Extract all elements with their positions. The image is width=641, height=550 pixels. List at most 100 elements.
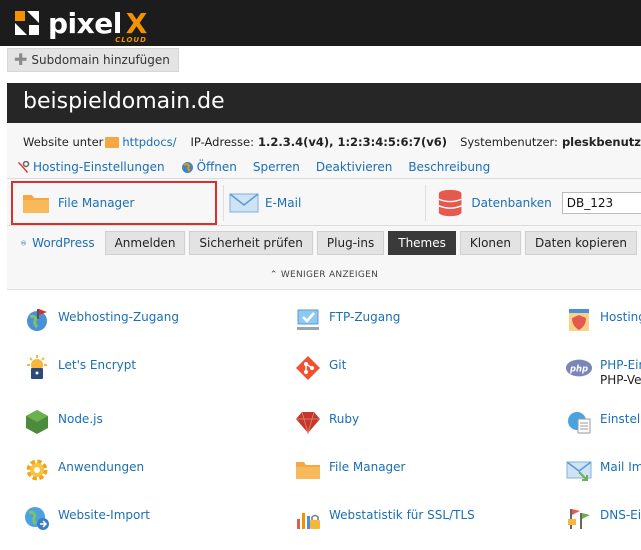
docroot-link[interactable]: httpdocs/ [122,135,176,149]
wordpress-icon[interactable]: W [21,228,27,258]
mail-import-label: Mail Im [600,460,641,474]
git-item[interactable]: Git [294,354,346,382]
wp-themes-button[interactable]: Themes [388,231,456,255]
php-settings-text: PHP-EinPHP-Ve [600,354,641,388]
brand-logo[interactable]: pixel X CLOUD [12,6,147,44]
ruby-gem-icon [294,408,322,436]
database-icon[interactable] [437,188,463,218]
nodejs-hexagon-icon [23,408,51,436]
dns-settings-item[interactable]: DNS-Ein [565,504,641,532]
email-label: E-Mail [265,196,302,210]
nodejs-item[interactable]: Node.js [23,408,103,436]
wp-copy-data-button[interactable]: Daten kopieren [525,231,637,255]
page-toolbar: ✚ Subdomain hinzufügen [0,46,641,83]
wrench-icon [18,160,30,173]
brand-name: pixel [48,6,122,40]
settings-doc-globe-icon [565,408,593,436]
ip-value: 1.2.3.4(v4), 1:2:3:4:5:6:7(v6) [257,135,448,149]
show-less-toggle[interactable]: ⌃ WENIGER ANZEIGEN [7,270,641,280]
settings-label: Einstell [600,412,641,426]
webhosting-globe-icon [23,306,51,334]
php-settings-label: PHP-Ein [600,358,641,372]
disable-link[interactable]: Deaktivieren [316,160,392,174]
domain-card: beispieldomain.de Website unter httpdocs… [7,83,641,550]
brand-tagline: CLOUD [115,35,147,44]
wordpress-row: W WordPress Anmelden Sicherheit prüfen P… [7,227,641,259]
system-user-value: pleskbenutzer [561,135,641,149]
file-manager-grid-label: File Manager [329,460,406,474]
pixelx-logo-mark-icon [15,11,39,35]
wp-security-check-button[interactable]: Sicherheit prüfen [189,231,313,255]
email-tool[interactable]: E-Mail [229,181,421,225]
add-subdomain-button[interactable]: ✚ Subdomain hinzufügen [7,48,179,72]
divider [7,225,641,226]
settings-item[interactable]: Einstell [565,408,641,436]
plus-icon: ✚ [14,50,28,69]
mail-import-item[interactable]: Mail Im [565,456,641,484]
databases-label[interactable]: Datenbanken [471,196,551,210]
description-link[interactable]: Beschreibung [408,160,490,174]
domain-info-row: Website unter httpdocs/ IP-Adresse: 1.2.… [23,135,641,149]
folder-icon [105,136,120,148]
ftp-access-label: FTP-Zugang [329,310,401,324]
envelope-icon [229,193,259,213]
top-bar: pixel X CLOUD [0,0,641,46]
php-version-label: PHP-Ve [600,373,641,387]
wp-plugins-button[interactable]: Plug-ins [316,231,385,255]
domain-title: beispieldomain.de [7,83,641,123]
hosting-settings-link[interactable]: Hosting-Einstellungen [17,160,165,174]
php-icon: php [565,354,593,382]
ruby-label: Ruby [329,412,360,426]
web-statistics-ssl-label: Webstatistik für SSL/TLS [329,508,475,522]
ip-label: IP-Adresse: [190,135,254,149]
open-site-link[interactable]: Öffnen [181,160,237,174]
web-statistics-ssl-item[interactable]: Webstatistik für SSL/TLS [294,504,475,532]
webhosting-access-label: Webhosting-Zugang [58,310,179,324]
divider [223,185,224,221]
website-import-label: Website-Import [58,508,150,522]
statistics-lock-icon [294,504,322,532]
divider [425,185,426,221]
system-user-label: Systembenutzer: [460,135,558,149]
add-subdomain-label: Subdomain hinzufügen [31,53,170,67]
open-site-label: Öffnen [196,160,237,174]
hosting-settings-label: Hosting-Einstellungen [33,160,165,174]
gear-icon [23,456,51,484]
wp-login-button[interactable]: Anmelden [104,231,186,255]
databases-tool: Datenbanken DB_123 [437,185,641,221]
wordpress-label[interactable]: WordPress [32,236,94,250]
hosting-item[interactable]: Hosting [565,306,641,334]
primary-tools-row: File Manager E-Mail Datenbanken DB_123 [7,181,641,225]
ruby-item[interactable]: Ruby [294,408,359,436]
globe-icon [181,161,193,173]
applications-label: Anwendungen [58,460,145,474]
wp-clone-button[interactable]: Klonen [459,231,522,255]
dns-flags-icon [565,504,593,532]
suspend-link[interactable]: Sperren [253,160,300,174]
ftp-access-item[interactable]: FTP-Zugang [294,306,400,334]
lets-encrypt-item[interactable]: Let's Encrypt [23,354,136,382]
mail-import-icon [565,456,593,484]
svg-text:php: php [569,363,588,373]
php-settings-item[interactable]: php PHP-EinPHP-Ve [565,354,641,388]
applications-item[interactable]: Anwendungen [23,456,144,484]
import-globe-icon [23,504,51,532]
file-manager-grid-item[interactable]: File Manager [294,456,406,484]
divider [7,178,641,179]
database-select[interactable]: DB_123 [561,192,641,214]
dns-settings-label: DNS-Ein [600,508,641,522]
nodejs-label: Node.js [58,412,103,426]
brand-wordmark: pixel X CLOUD [48,6,147,44]
show-less-label: WENIGER ANZEIGEN [280,270,379,280]
hosting-label: Hosting [600,310,641,324]
website-import-item[interactable]: Website-Import [23,504,150,532]
hosting-shield-icon [565,306,593,334]
git-icon [294,354,322,382]
webhosting-access-item[interactable]: Webhosting-Zugang [23,306,179,334]
folder-icon [23,195,49,213]
file-manager-tool[interactable]: File Manager [11,181,217,225]
domain-actions: Hosting-Einstellungen Öffnen Sperren Dea… [17,160,506,174]
website-prefix: Website unter [23,135,104,149]
tools-grid: Webhosting-Zugang Let's Encrypt Node.js … [7,289,641,550]
chevron-up-icon: ⌃ [269,270,281,280]
